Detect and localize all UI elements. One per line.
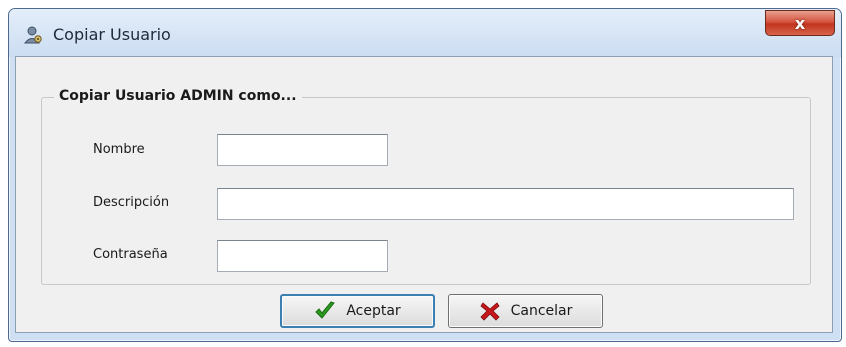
contrasena-label: Contraseña [93,247,168,262]
title-bar[interactable]: Copiar Usuario x [9,9,841,57]
accept-button[interactable]: Aceptar [280,294,435,328]
descripcion-label: Descripción [93,195,170,210]
nombre-input[interactable] [217,134,388,166]
user-gear-icon [23,25,43,45]
dialog-body: Copiar Usuario ADMIN como... Nombre Desc… [15,56,833,333]
cancel-button-label: Cancelar [510,303,573,319]
descripcion-input[interactable] [217,188,794,220]
close-button[interactable]: x [765,10,835,36]
dialog-window: Copiar Usuario x Copiar Usuario ADMIN co… [8,8,842,342]
contrasena-input[interactable] [217,240,388,272]
accept-button-label: Aceptar [346,303,401,319]
close-icon: x [794,13,806,33]
cancel-button[interactable]: Cancelar [448,294,603,328]
window-title: Copiar Usuario [53,25,171,44]
cross-icon [479,300,501,322]
group-box-title: Copiar Usuario ADMIN como... [54,88,302,104]
nombre-label: Nombre [93,142,145,157]
checkmark-icon [314,300,336,322]
